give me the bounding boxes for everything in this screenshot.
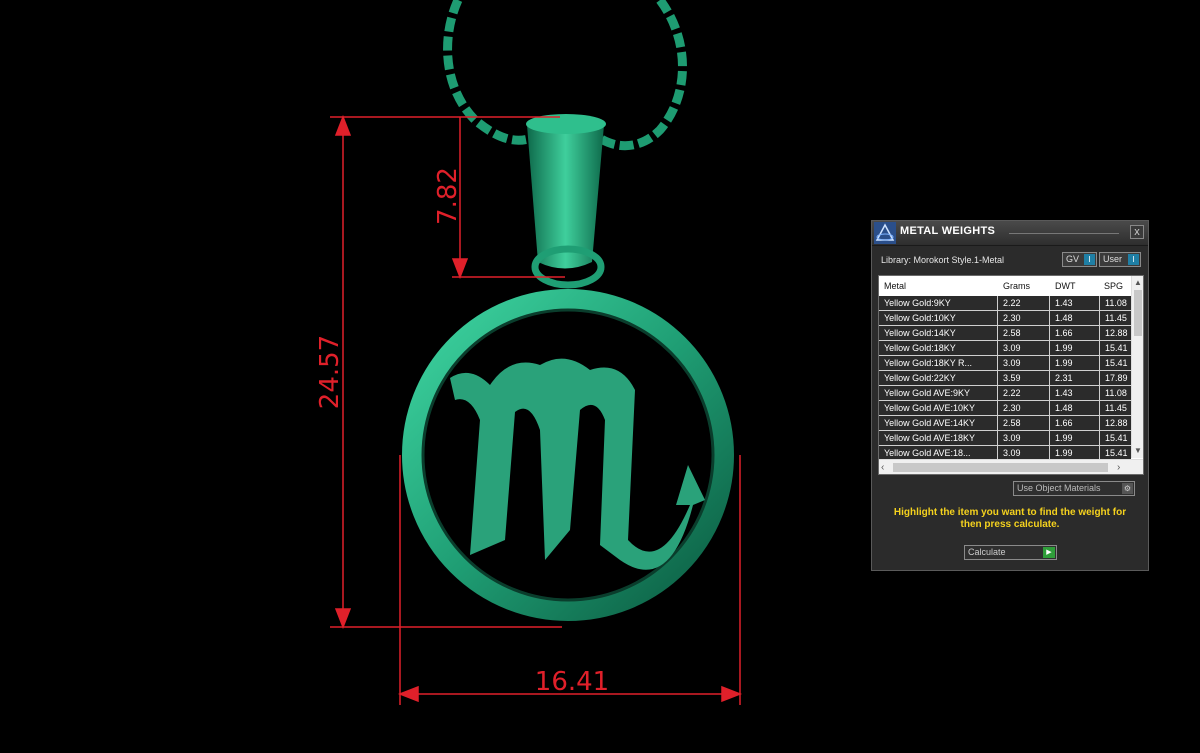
gv-label: GV [1066, 254, 1080, 264]
spg-cell: 11.45 [1105, 403, 1127, 413]
dim-label-bail-height: 7.82 [433, 167, 463, 225]
table-row[interactable]: Yellow Gold AVE:10KY 2.30 1.48 11.45 [879, 401, 1131, 416]
dwt-cell: 1.48 [1050, 401, 1100, 415]
metal-cell: Yellow Gold AVE:9KY [879, 386, 998, 400]
title-separator [1009, 233, 1119, 234]
scroll-left-icon[interactable]: ‹ [881, 460, 891, 474]
column-header-grams[interactable]: Grams [1003, 281, 1030, 291]
metal-cell: Yellow Gold AVE:18KY [879, 431, 998, 445]
metal-weights-panel: METAL WEIGHTS x Library: Morokort Style.… [871, 220, 1149, 571]
spg-cell: 15.41 [1105, 343, 1128, 353]
spg-cell: 17.89 [1105, 373, 1128, 383]
grams-cell: 3.09 [998, 446, 1050, 460]
spg-cell: 11.08 [1105, 298, 1127, 308]
grams-cell: 2.22 [998, 296, 1050, 310]
scorpio-glyph [450, 358, 705, 570]
metal-cell: Yellow Gold AVE:18... [879, 446, 998, 460]
grams-cell: 3.09 [998, 356, 1050, 370]
user-toggle[interactable]: User I [1099, 252, 1141, 267]
toggle-icon: I [1128, 254, 1139, 265]
dwt-cell: 1.99 [1050, 356, 1100, 370]
metal-cell: Yellow Gold AVE:14KY [879, 416, 998, 430]
table-header: Metal Grams DWT SPG [879, 276, 1143, 295]
dwt-cell: 1.99 [1050, 341, 1100, 355]
toggle-icon: I [1084, 254, 1095, 265]
vertical-scrollbar[interactable]: ▲ ▼ [1131, 276, 1143, 458]
table-row[interactable]: Yellow Gold:14KY 2.58 1.66 12.88 [879, 326, 1131, 341]
metal-cell: Yellow Gold:14KY [879, 326, 998, 340]
spg-cell: 12.88 [1105, 418, 1128, 428]
dwt-cell: 1.99 [1050, 431, 1100, 445]
table-body: Yellow Gold:9KY 2.22 1.43 11.08 Yellow Gold:… [879, 296, 1131, 461]
dwt-cell: 1.43 [1050, 386, 1100, 400]
table-row[interactable]: Yellow Gold:22KY 3.59 2.31 17.89 [879, 371, 1131, 386]
dwt-cell: 1.66 [1050, 326, 1100, 340]
metal-cell: Yellow Gold:10KY [879, 311, 998, 325]
app-logo-icon [874, 222, 896, 244]
table-row[interactable]: Yellow Gold AVE:14KY 2.58 1.66 12.88 [879, 416, 1131, 431]
metal-cell: Yellow Gold:9KY [879, 296, 998, 310]
metal-cell: Yellow Gold:18KY [879, 341, 998, 355]
grams-cell: 2.22 [998, 386, 1050, 400]
dwt-cell: 1.43 [1050, 296, 1100, 310]
grams-cell: 3.09 [998, 431, 1050, 445]
grams-cell: 2.58 [998, 416, 1050, 430]
metal-cell: Yellow Gold:22KY [879, 371, 998, 385]
dim-label-width: 16.41 [535, 667, 609, 697]
panel-titlebar[interactable]: METAL WEIGHTS x [872, 221, 1148, 246]
table-row[interactable]: Yellow Gold:18KY R... 3.09 1.99 15.41 [879, 356, 1131, 371]
column-header-dwt[interactable]: DWT [1055, 281, 1076, 291]
table-row[interactable]: Yellow Gold:10KY 2.30 1.48 11.45 [879, 311, 1131, 326]
use-object-materials-dropdown[interactable]: Use Object Materials ⚙ [1013, 481, 1135, 496]
table-row[interactable]: Yellow Gold AVE:18KY 3.09 1.99 15.41 [879, 431, 1131, 446]
spg-cell: 12.88 [1105, 328, 1128, 338]
grams-cell: 3.59 [998, 371, 1050, 385]
calculate-label: Calculate [968, 547, 1006, 557]
panel-title: METAL WEIGHTS [900, 225, 996, 237]
table-row[interactable]: Yellow Gold:18KY 3.09 1.99 15.41 [879, 341, 1131, 356]
library-label: Library: Morokort Style.1-Metal [881, 255, 1005, 265]
horizontal-scrollbar[interactable]: ‹ › [879, 459, 1143, 474]
spg-cell: 11.08 [1105, 388, 1127, 398]
spg-cell: 15.41 [1105, 448, 1128, 458]
horizontal-scroll-thumb[interactable] [893, 463, 1108, 472]
grams-cell: 3.09 [998, 341, 1050, 355]
instruction-text: Highlight the item you want to find the … [893, 507, 1127, 530]
table-row[interactable]: Yellow Gold AVE:9KY 2.22 1.43 11.08 [879, 386, 1131, 401]
user-label: User [1103, 254, 1123, 264]
metal-cell: Yellow Gold:18KY R... [879, 356, 998, 370]
vertical-scroll-thumb[interactable] [1134, 290, 1142, 336]
play-icon: ▶ [1043, 547, 1055, 558]
metal-cell: Yellow Gold AVE:10KY [879, 401, 998, 415]
grams-cell: 2.30 [998, 401, 1050, 415]
grams-cell: 2.58 [998, 326, 1050, 340]
dwt-cell: 1.99 [1050, 446, 1100, 460]
dwt-cell: 2.31 [1050, 371, 1100, 385]
dim-label-total-height: 24.57 [315, 335, 345, 409]
metal-table[interactable]: Metal Grams DWT SPG Yellow Gold:9KY 2.22 1… [878, 275, 1144, 475]
spg-cell: 11.45 [1105, 313, 1127, 323]
gv-toggle[interactable]: GV I [1062, 252, 1097, 267]
close-button[interactable]: x [1130, 225, 1144, 239]
grams-cell: 2.30 [998, 311, 1050, 325]
scroll-down-icon[interactable]: ▼ [1132, 446, 1143, 456]
scroll-up-icon[interactable]: ▲ [1132, 278, 1143, 288]
scroll-right-icon[interactable]: › [1117, 460, 1127, 474]
spg-cell: 15.41 [1105, 433, 1128, 443]
dwt-cell: 1.48 [1050, 311, 1100, 325]
calculate-button[interactable]: Calculate ▶ [964, 545, 1057, 560]
dwt-cell: 1.66 [1050, 416, 1100, 430]
use-object-materials-label: Use Object Materials [1017, 483, 1101, 493]
pendant-bail [526, 114, 606, 289]
column-header-spg[interactable]: SPG [1104, 281, 1123, 291]
gear-icon: ⚙ [1122, 483, 1133, 494]
column-header-metal[interactable]: Metal [884, 281, 906, 291]
spg-cell: 15.41 [1105, 358, 1128, 368]
table-row[interactable]: Yellow Gold:9KY 2.22 1.43 11.08 [879, 296, 1131, 311]
